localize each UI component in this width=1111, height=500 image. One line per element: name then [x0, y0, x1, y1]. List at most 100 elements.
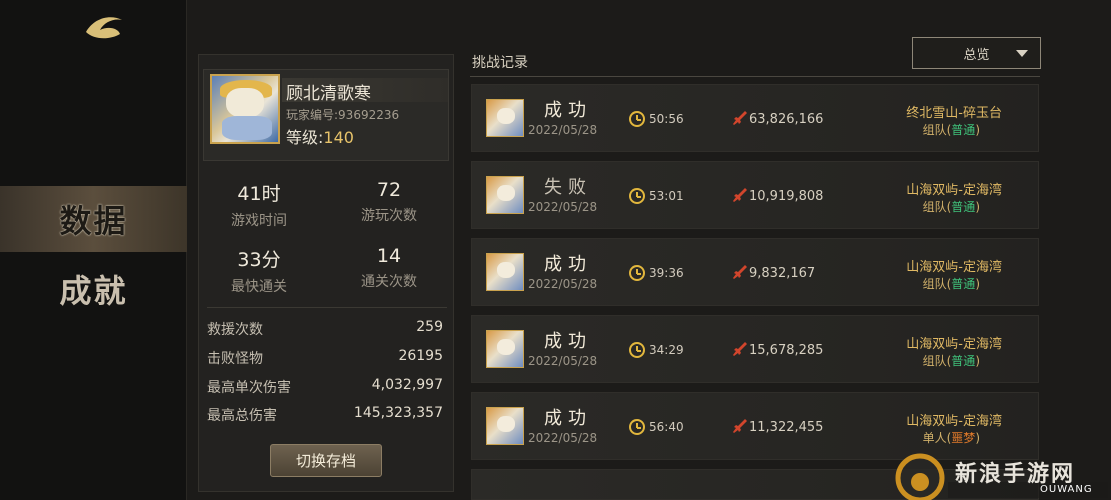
stat-play-time: 41时 游戏时间 [199, 179, 319, 230]
record-place: 终北雪山-碎玉台 [906, 106, 1002, 121]
nav-tab-achievements[interactable]: 成就 [0, 256, 187, 322]
record-date: 2022/05/28 [528, 123, 598, 137]
stat-play-count: 72 游玩次数 [329, 179, 449, 225]
profile-card: 顾北清歌寒 玩家编号:93692236 等级:140 [203, 69, 449, 161]
record-time: 53:01 [649, 189, 684, 203]
left-nav: 数据 成就 [0, 0, 187, 500]
player-level: 等级:140 [286, 124, 354, 148]
chevron-down-icon [1016, 50, 1028, 57]
record-damage: 11,322,455 [749, 420, 824, 435]
record-damage: 63,826,166 [749, 112, 824, 127]
mode-label: 组队 [922, 200, 947, 214]
mode-label: 组队 [922, 277, 947, 291]
stat-label: 游玩次数 [361, 208, 417, 224]
record-date: 2022/05/28 [528, 200, 598, 214]
record-result: 成功 [544, 254, 592, 275]
divider [470, 76, 1040, 77]
divider [207, 307, 447, 308]
record-damage: 9,832,167 [749, 266, 816, 281]
difficulty-label: 普通 [951, 200, 976, 214]
record-place: 山海双屿-定海湾 [906, 183, 1002, 198]
difficulty-label: 噩梦 [951, 431, 976, 445]
detail-row-kills: 击败怪物 26195 [207, 348, 443, 368]
difficulty-label: 普通 [951, 123, 976, 137]
sword-icon [733, 419, 747, 433]
stat-value: 14 [376, 245, 402, 267]
record-row[interactable]: 失败 2022/05/28 53:01 10,919,808 山海双屿-定海湾 … [471, 161, 1039, 229]
record-row[interactable]: 成功 2022/05/28 34:29 15,678,285 山海双屿-定海湾 … [471, 315, 1039, 383]
level-value: 140 [323, 128, 354, 147]
detail-row-max-hit: 最高单次伤害 4,032,997 [207, 377, 443, 397]
record-avatar [486, 407, 524, 445]
player-name: 顾北清歌寒 [286, 84, 371, 104]
record-date: 2022/05/28 [528, 354, 598, 368]
record-mode: 组队(普通) [922, 354, 980, 368]
stat-label: 通关次数 [361, 274, 417, 290]
records-title: 挑战记录 [472, 55, 528, 71]
detail-value: 259 [416, 319, 443, 335]
record-avatar [486, 176, 524, 214]
difficulty-label: 普通 [951, 277, 976, 291]
mode-label: 组队 [922, 354, 947, 368]
record-result: 成功 [544, 331, 592, 352]
switch-save-button[interactable]: 切换存档 [270, 444, 382, 477]
stat-label: 最快通关 [231, 279, 287, 295]
record-mode: 组队(普通) [922, 200, 980, 214]
detail-key: 最高单次伤害 [207, 380, 291, 396]
difficulty-label: 普通 [951, 354, 976, 368]
watermark-subtext: OUWANG [1040, 484, 1093, 495]
record-avatar [486, 253, 524, 291]
game-logo-icon [86, 17, 122, 39]
record-mode: 组队(普通) [922, 123, 980, 137]
detail-key: 救援次数 [207, 322, 263, 338]
record-row[interactable]: 成功 2022/05/28 50:56 63,826,166 终北雪山-碎玉台 … [471, 84, 1039, 152]
level-label: 等级: [286, 128, 324, 147]
records-filter-dropdown[interactable]: 总览 [912, 37, 1041, 69]
dropdown-selected: 总览 [963, 47, 990, 63]
mode-label: 组队 [922, 123, 947, 137]
clock-icon [629, 419, 645, 435]
record-result: 失败 [544, 177, 592, 198]
record-mode: 组队(普通) [922, 277, 980, 291]
record-time: 56:40 [649, 420, 684, 434]
mode-label: 单人 [922, 431, 947, 445]
record-date: 2022/05/28 [528, 431, 598, 445]
detail-value: 26195 [398, 348, 443, 364]
stat-fastest-clear: 33分 最快通关 [199, 245, 319, 296]
nav-tab-data[interactable]: 数据 [0, 186, 187, 252]
stat-value: 72 [376, 179, 402, 201]
record-avatar [486, 330, 524, 368]
record-time: 39:36 [649, 266, 684, 280]
detail-row-rescues: 救援次数 259 [207, 319, 443, 339]
sword-icon [733, 111, 747, 125]
detail-key: 击败怪物 [207, 351, 263, 367]
stat-value: 33分 [237, 249, 281, 271]
stat-clear-count: 14 通关次数 [329, 245, 449, 291]
player-avatar [210, 74, 280, 144]
record-result: 成功 [544, 100, 592, 121]
sword-icon [733, 265, 747, 279]
record-place: 山海双屿-定海湾 [906, 414, 1002, 429]
record-row[interactable]: 成功 2022/05/28 39:36 9,832,167 山海双屿-定海湾 组… [471, 238, 1039, 306]
sword-icon [733, 342, 747, 356]
detail-row-max-total: 最高总伤害 145,323,357 [207, 405, 443, 425]
record-damage: 15,678,285 [749, 343, 824, 358]
sword-icon [733, 188, 747, 202]
stat-label: 游戏时间 [231, 213, 287, 229]
record-place: 山海双屿-定海湾 [906, 260, 1002, 275]
profile-panel: 顾北清歌寒 玩家编号:93692236 等级:140 41时 游戏时间 72 游… [198, 54, 454, 492]
record-place: 山海双屿-定海湾 [906, 337, 1002, 352]
record-avatar [486, 99, 524, 137]
record-damage: 10,919,808 [749, 189, 824, 204]
record-date: 2022/05/28 [528, 277, 598, 291]
record-time: 50:56 [649, 112, 684, 126]
record-result: 成功 [544, 408, 592, 429]
record-mode: 单人(噩梦) [922, 431, 980, 445]
record-time: 34:29 [649, 343, 684, 357]
clock-icon [629, 188, 645, 204]
clock-icon [629, 111, 645, 127]
detail-key: 最高总伤害 [207, 408, 277, 424]
detail-value: 4,032,997 [371, 377, 443, 393]
stat-value: 41时 [237, 183, 281, 205]
player-id: 玩家编号:93692236 [286, 108, 400, 122]
